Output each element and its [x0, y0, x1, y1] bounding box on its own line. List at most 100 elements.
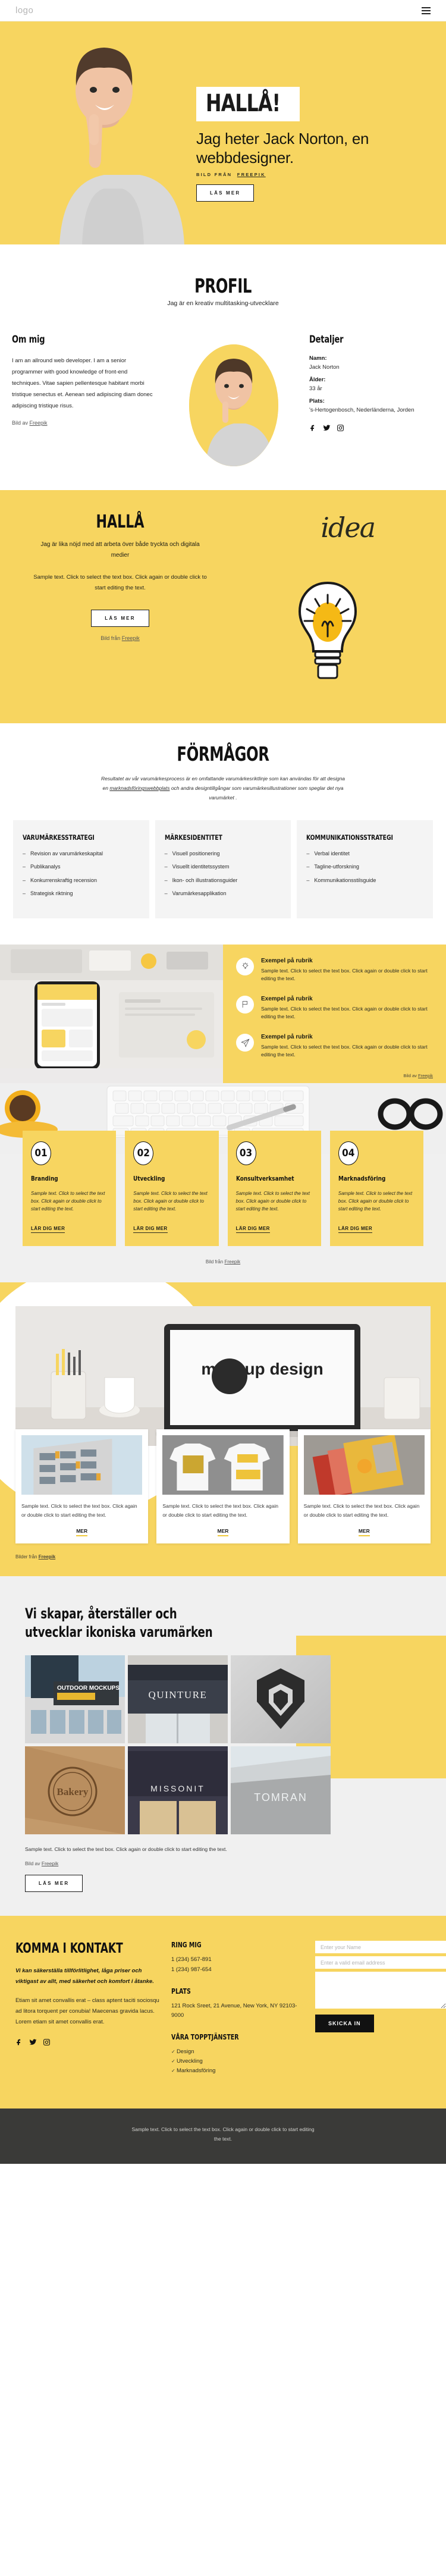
service-cta[interactable]: LÄR DIG MER [31, 1226, 65, 1234]
feature-item: Exempel på rubrik Sample text. Click to … [236, 995, 429, 1021]
svg-text:MISSONIT: MISSONIT [150, 1784, 205, 1793]
message-textarea[interactable] [315, 1972, 446, 2009]
service-cta[interactable]: LÄR DIG MER [235, 1226, 270, 1234]
features-credit: Bild av Freepik [403, 1073, 433, 1078]
twitter-icon[interactable] [29, 2038, 37, 2049]
profile-social-links [309, 424, 446, 435]
portfolio-credit: Bilder från Freepik [15, 1554, 446, 1560]
profile-section: PROFIL Jag är en kreativ multitasking-ut… [0, 244, 446, 490]
portfolio-card: Sample text. Click to select the text bo… [156, 1429, 290, 1543]
submit-button[interactable]: SKICKA IN [315, 2015, 374, 2033]
portfolio-cta-label: MER [217, 1527, 229, 1536]
brand-tile[interactable]: Bakery [25, 1746, 125, 1835]
services-credit-link[interactable]: Freepik [224, 1259, 240, 1265]
address-value: 121 Rock Sreet, 21 Avenue, New York, NY … [171, 2002, 297, 2019]
feature-item: Exempel på rubrik Sample text. Click to … [236, 957, 429, 983]
brand-tile[interactable]: MISSONIT [128, 1746, 228, 1835]
instagram-icon[interactable] [43, 2038, 51, 2049]
brands-cta-button[interactable]: LÄS MER [25, 1875, 83, 1893]
brands-heading: Vi skapar, återställer och utvecklar iko… [25, 1605, 213, 1640]
feature-text: Sample text. Click to select the text bo… [261, 1005, 428, 1020]
service-title: Marknadsföring [338, 1174, 386, 1182]
site-footer: Sample text. Click to select the text bo… [0, 2109, 446, 2164]
skill-item: Konkurrenskraftig recension [23, 877, 140, 884]
page-root: logo HALLÅ! Jag heter Jack Norton, en we… [0, 0, 446, 2164]
lightbulb-illustration [298, 581, 357, 679]
contact-lead: Vi kan säkerställa tillförlitlighet, låg… [15, 1968, 154, 1985]
portfolio-cta[interactable]: MER [162, 1527, 283, 1536]
portfolio-card: Sample text. Click to select the text bo… [297, 1429, 431, 1543]
detail-item: Ålder: 33 år [309, 376, 446, 392]
feature-text: Sample text. Click to select the text bo… [261, 967, 428, 981]
facebook-icon[interactable] [15, 2038, 23, 2049]
brand-tile[interactable]: TOMRAN [231, 1746, 331, 1835]
facebook-icon[interactable] [309, 424, 317, 435]
skill-item: Revision av varumärkeskapital [23, 850, 140, 858]
site-logo[interactable]: logo [15, 5, 33, 15]
outdoor-mockups-photo: OUTDOOR MOCKUPS [25, 1655, 125, 1744]
skills-subtitle-link[interactable]: marknadsföringswebbplats [109, 785, 169, 791]
brand-tile[interactable]: OUTDOOR MOCKUPS [25, 1655, 125, 1744]
contact-form-column: SKICKA IN [315, 1941, 446, 2076]
email-input[interactable] [315, 1956, 446, 1969]
call-heading: RING MIG [171, 1941, 202, 1950]
contact-intro-column: KOMMA I KONTAKT Vi kan säkerställa tillf… [15, 1941, 164, 2076]
portfolio-cta[interactable]: MER [21, 1527, 142, 1536]
skill-item: Tagline-utforskning [306, 863, 423, 871]
brand-tile[interactable] [231, 1655, 331, 1744]
skill-item: Publikanalys [23, 863, 140, 871]
service-card: 04 Marknadsföring Sample text. Click to … [329, 1130, 423, 1247]
skill-item: Visuell positionering [165, 850, 282, 858]
contact-body: Etiam sit amet convallis erat – class ap… [15, 1997, 159, 2025]
phone-mockup-image [0, 944, 223, 1083]
service-cta[interactable]: LÄR DIG MER [133, 1226, 168, 1234]
service-text: Sample text. Click to select the text bo… [133, 1190, 208, 1212]
skills-section: FÖRMÅGOR Resultatet av vår varumärkespro… [0, 723, 446, 945]
laptop-illustration: mockup design [15, 1306, 431, 1447]
brand-tile[interactable]: QUINTURE [128, 1655, 228, 1744]
hero-headline: Jag heter Jack Norton, en webbdesigner. [196, 130, 369, 167]
detail-value: 33 år [309, 385, 322, 392]
portfolio-credit-link[interactable]: Freepik [39, 1554, 55, 1560]
sweater-mockup-photo [162, 1435, 284, 1495]
service-cta[interactable]: LÄR DIG MER [338, 1226, 373, 1234]
about-credit-link[interactable]: Freepik [30, 420, 48, 426]
portfolio-text: Sample text. Click to select the text bo… [303, 1503, 420, 1518]
service-number: 04 [338, 1141, 359, 1165]
twitter-icon[interactable] [323, 424, 331, 435]
profile-photo-column [164, 334, 303, 466]
place-heading: PLATS [171, 1987, 191, 1995]
hamburger-menu-icon[interactable] [422, 7, 431, 14]
service-number: 01 [31, 1141, 51, 1165]
hero-portrait-image [24, 26, 184, 244]
portfolio-cards: Sample text. Click to select the text bo… [0, 1429, 446, 1543]
top-service-item: Utveckling [171, 2057, 308, 2066]
instagram-icon[interactable] [337, 424, 344, 435]
site-header: logo [0, 0, 446, 21]
brands-credit-link[interactable]: Freepik [42, 1860, 58, 1866]
lion-logo-photo [231, 1655, 331, 1744]
portfolio-cta[interactable]: MER [304, 1527, 425, 1536]
hero-cta-button[interactable]: LÄS MER [196, 184, 255, 202]
feature-text-block: Exempel på rubrik Sample text. Click to … [261, 958, 429, 983]
about-column: Om mig I am an allround web developer. I… [12, 334, 158, 466]
features-credit-prefix: Bild av [403, 1072, 418, 1078]
features-credit-link[interactable]: Freepik [418, 1073, 433, 1078]
feature-text-block: Exempel på rubrik Sample text. Click to … [261, 1034, 429, 1059]
services-credit: Bild från Freepik [0, 1259, 446, 1265]
phone-number[interactable]: 1 (234) 567-891 [171, 1955, 308, 1965]
skill-card: KOMMUNIKATIONSSTRATEGI Verbal identitet … [297, 820, 433, 918]
hero-credit: BILD FRÅN FREEPIK [196, 172, 422, 177]
phone-number[interactable]: 1 (234) 987-654 [171, 1965, 308, 1975]
halla-cta-button[interactable]: LÄS MER [91, 610, 149, 627]
service-text: Sample text. Click to select the text bo… [31, 1190, 105, 1212]
portfolio-thumb-sweater [162, 1435, 284, 1495]
brands-credit: Bild av Freepik [25, 1860, 421, 1866]
skill-item: Verbal identitet [306, 850, 423, 858]
name-input[interactable] [315, 1941, 446, 1954]
halla-credit-link[interactable]: Freepik [122, 635, 140, 641]
tomran-building-photo: TOMRAN [231, 1746, 331, 1835]
hero-credit-link[interactable]: FREEPIK [237, 172, 266, 177]
footer-text: Sample text. Click to select the text bo… [131, 2126, 315, 2142]
portfolio-thumb-brochure [303, 1435, 425, 1495]
